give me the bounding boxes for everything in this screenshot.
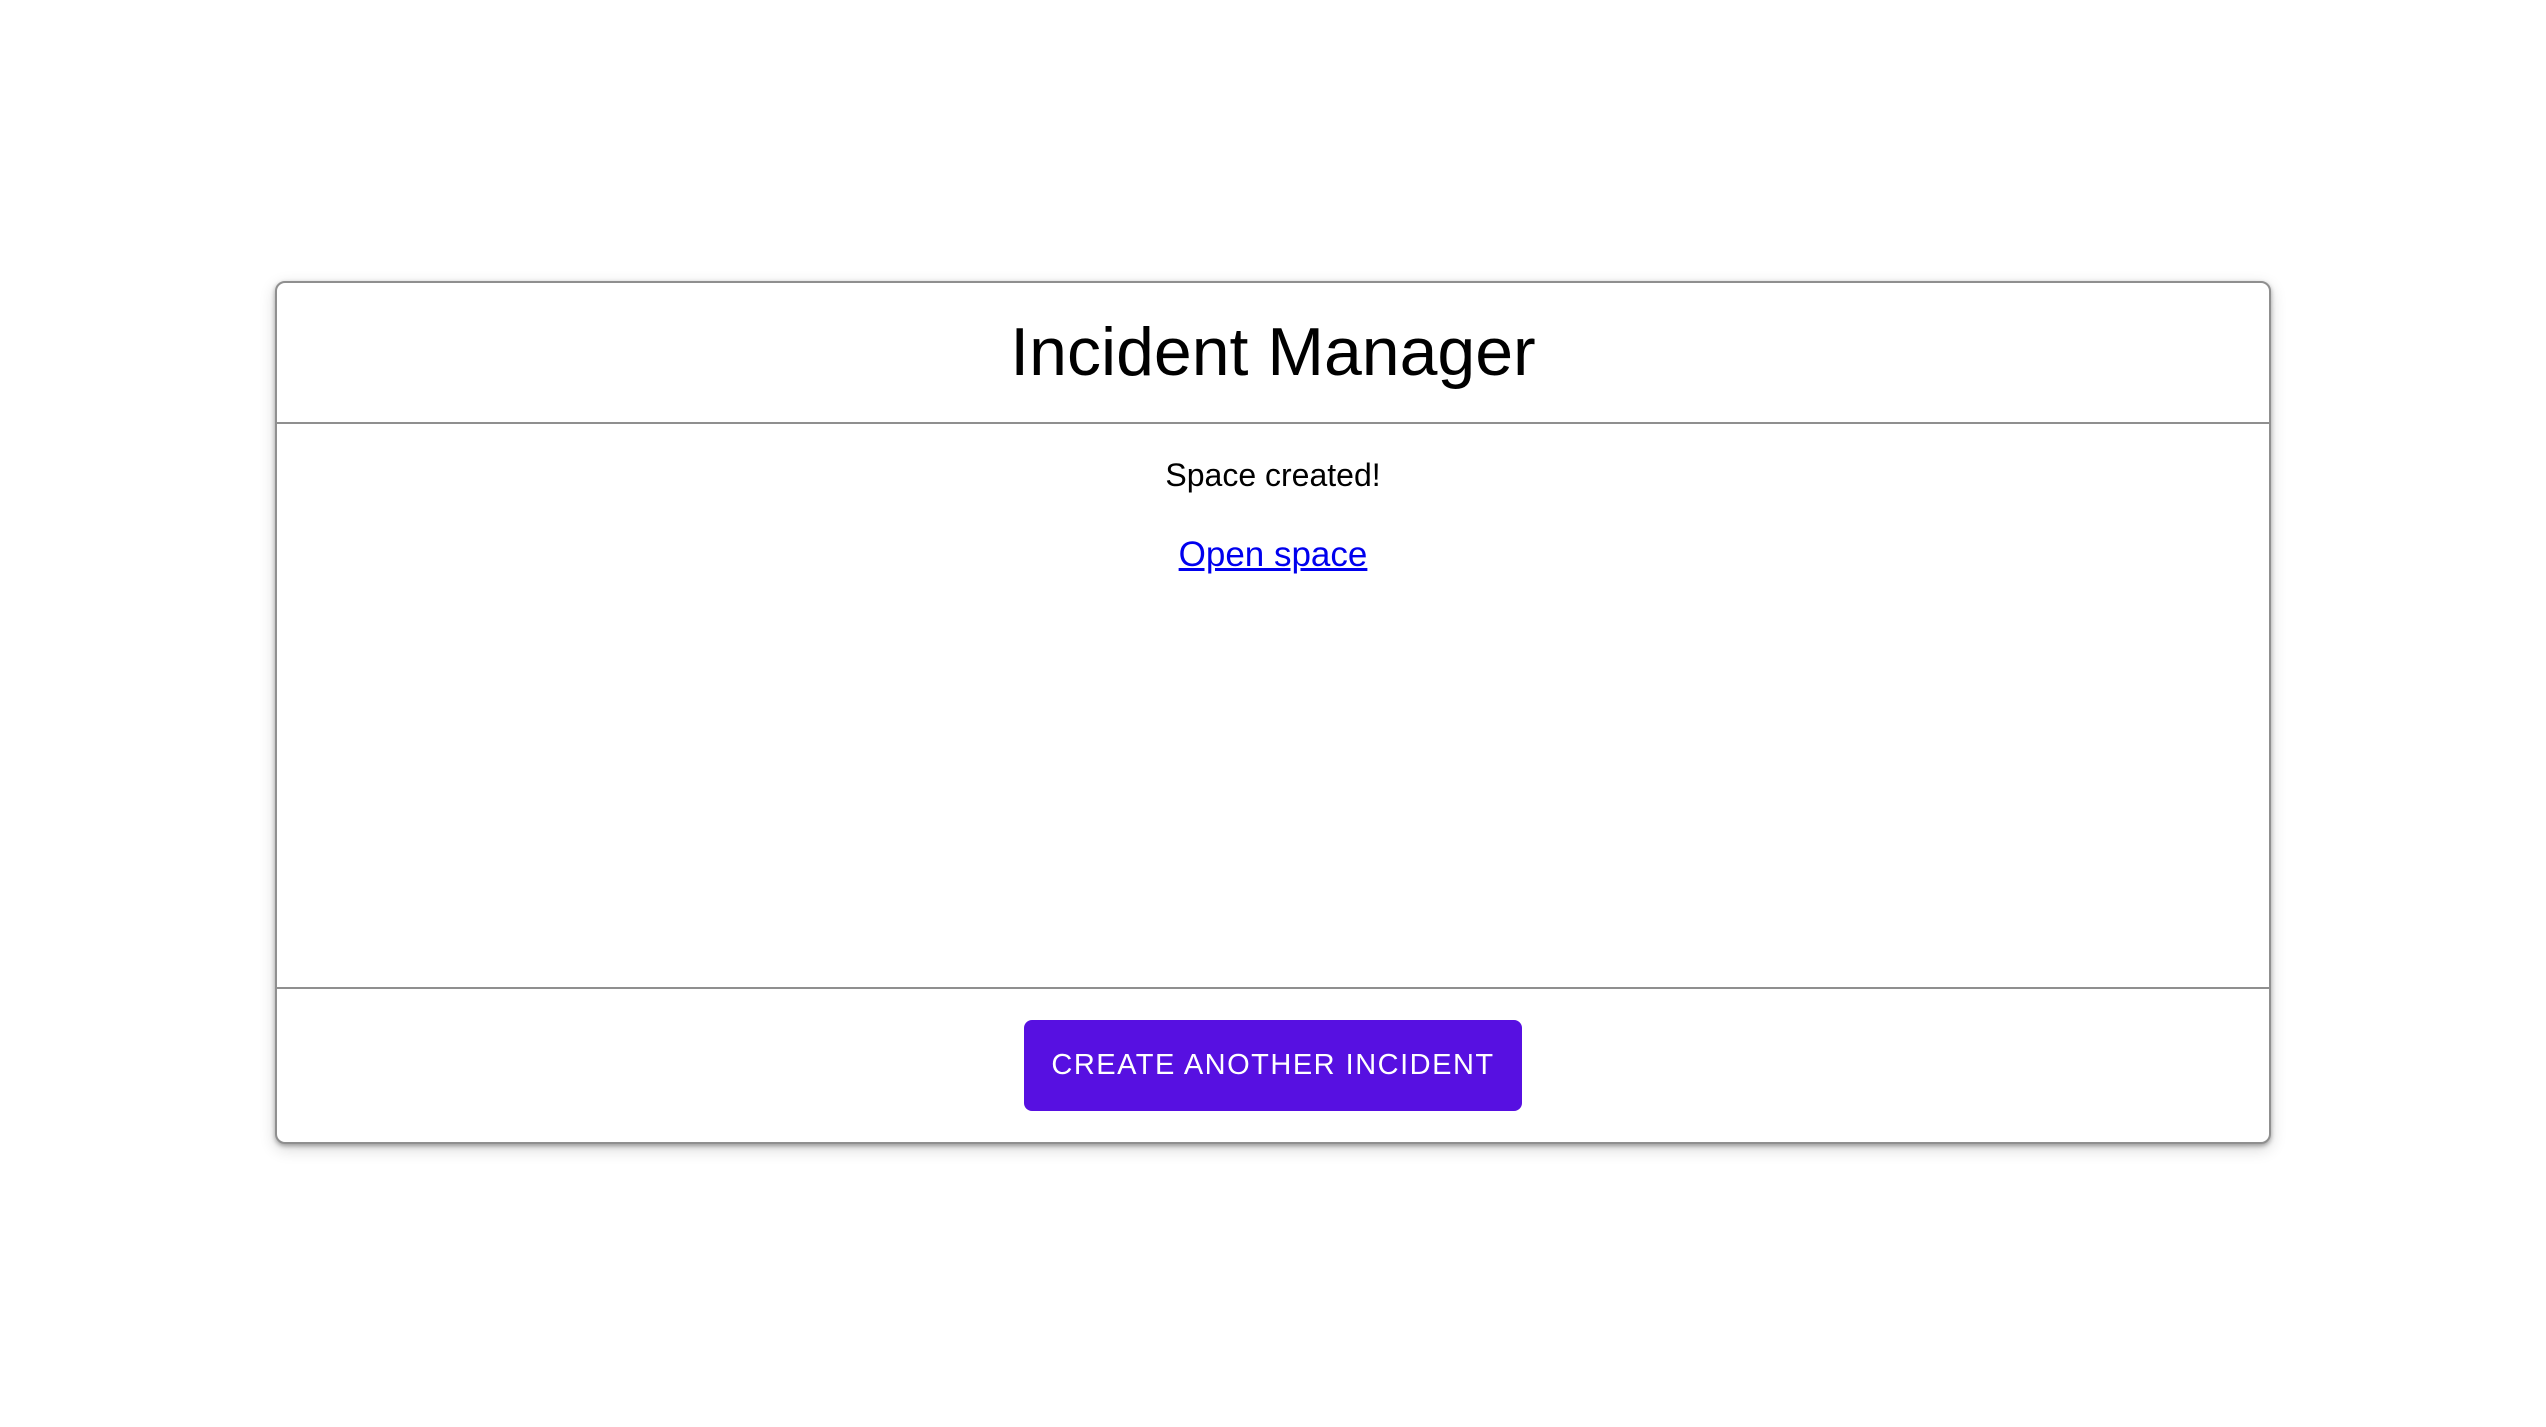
open-space-link[interactable]: Open space xyxy=(1179,535,1368,574)
status-message: Space created! xyxy=(1165,457,1381,493)
card-footer: CREATE ANOTHER INCIDENT xyxy=(277,989,2269,1142)
page-title: Incident Manager xyxy=(1010,314,1536,391)
create-another-incident-button[interactable]: CREATE ANOTHER INCIDENT xyxy=(1024,1020,1522,1111)
card-header: Incident Manager xyxy=(277,283,2269,424)
incident-manager-card: Incident Manager Space created! Open spa… xyxy=(275,281,2271,1144)
page: Incident Manager Space created! Open spa… xyxy=(0,281,2546,1427)
open-space-link-row: Open space xyxy=(277,534,2269,575)
card-body: Space created! Open space xyxy=(277,424,2269,989)
